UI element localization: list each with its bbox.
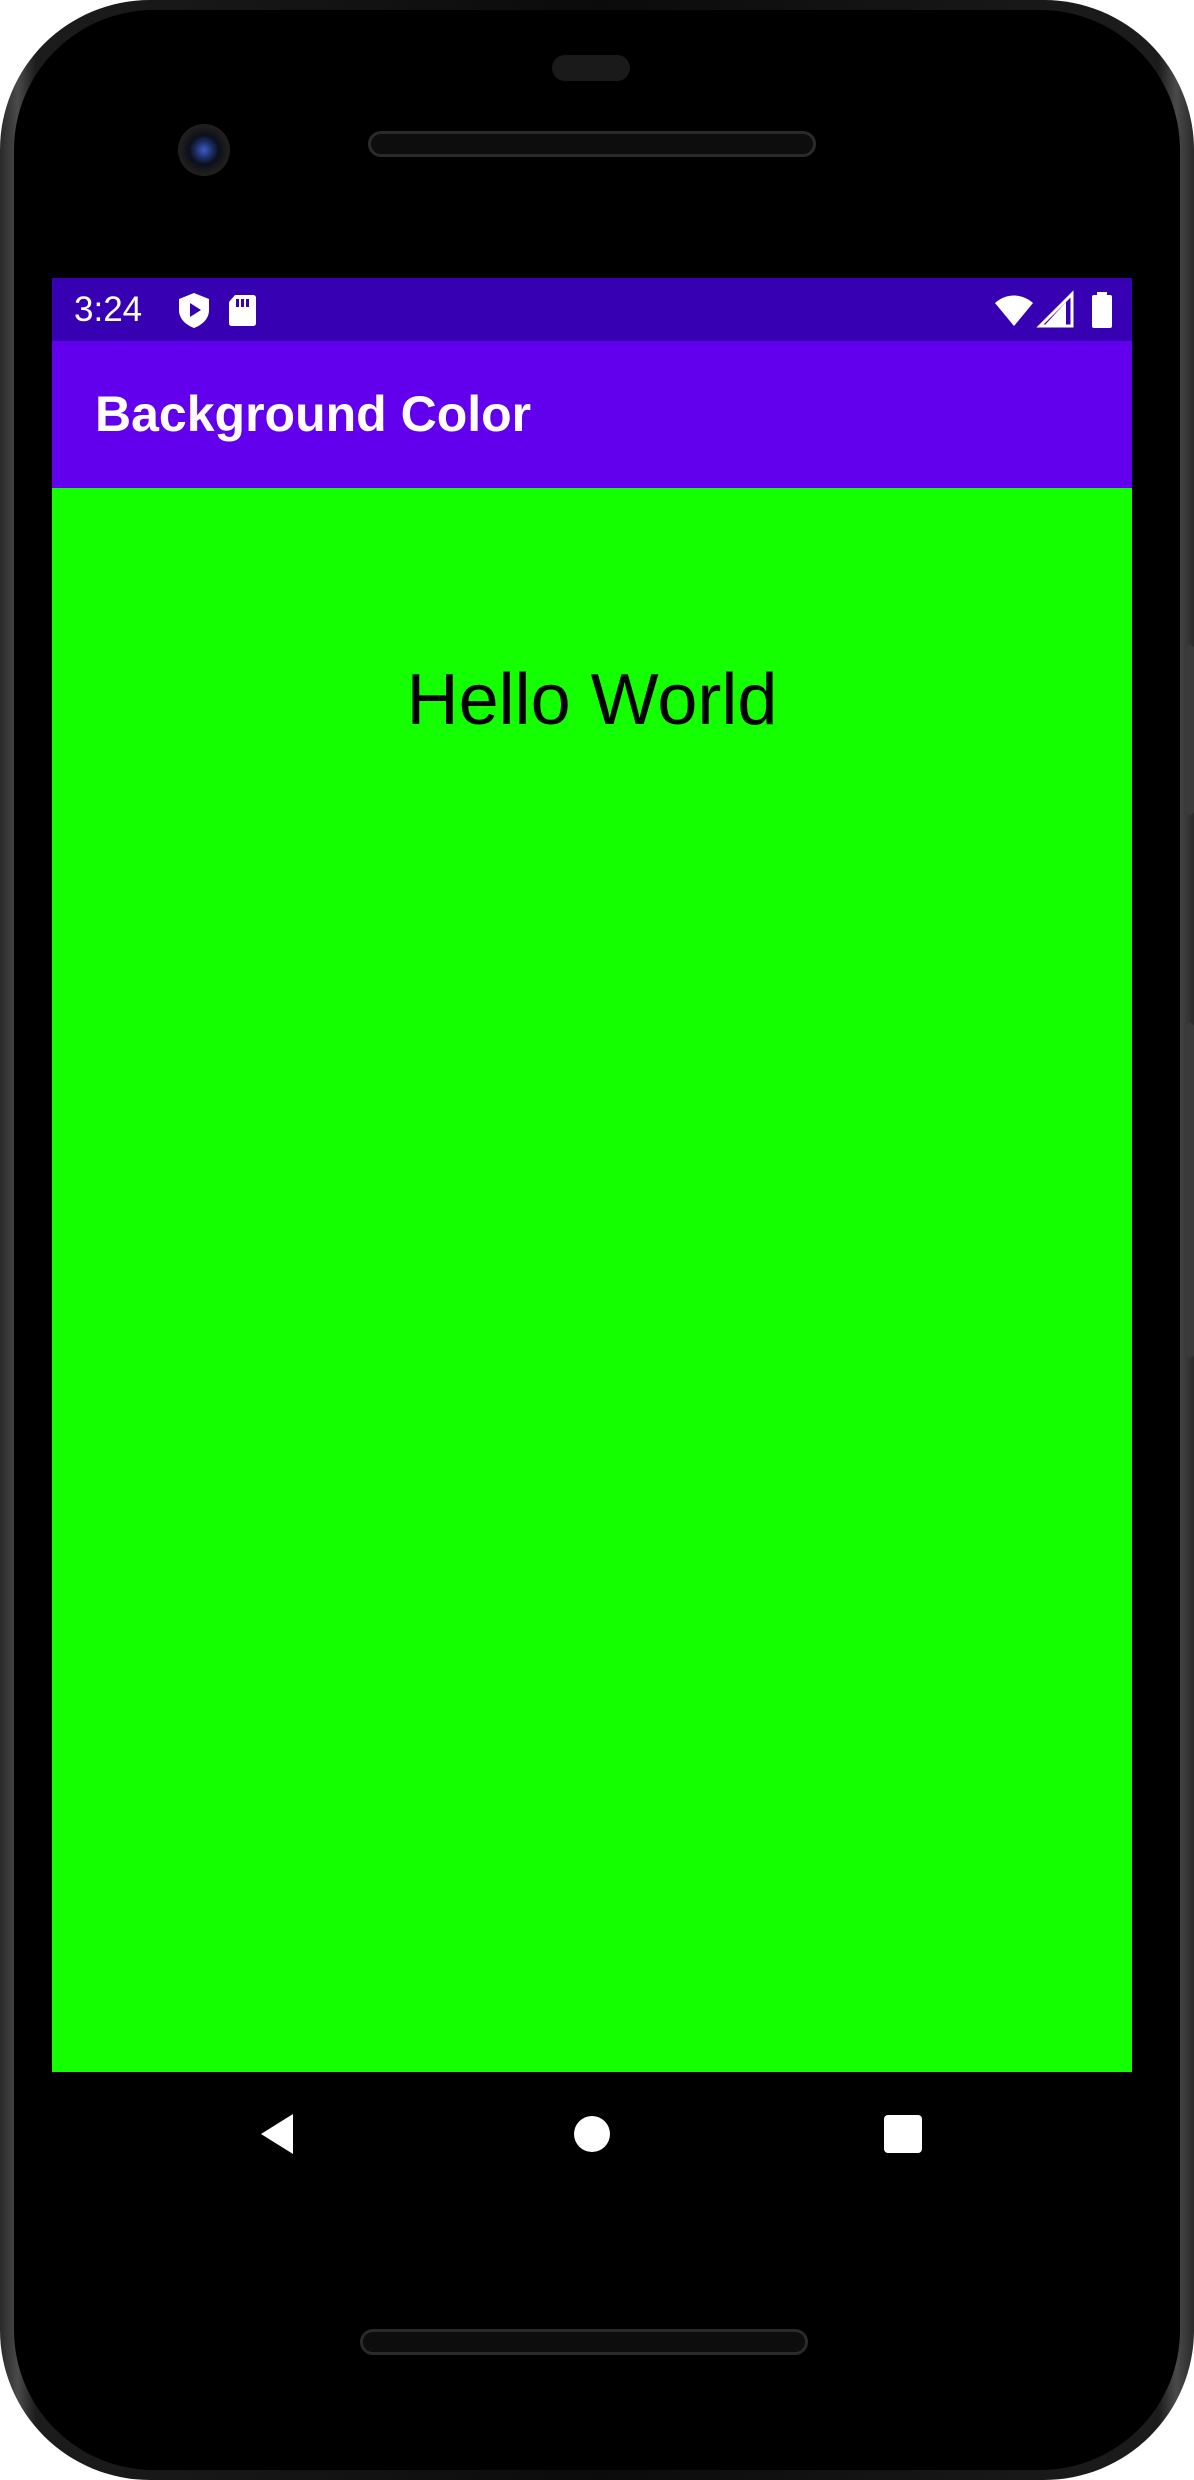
- back-button[interactable]: [237, 2096, 317, 2176]
- top-speaker-grille: [368, 131, 816, 157]
- content-area: Hello World: [52, 488, 1132, 2072]
- status-time: 3:24: [74, 290, 143, 329]
- play-protect-icon: [174, 290, 214, 330]
- cellular-signal-icon: [1036, 290, 1076, 330]
- app-title: Background Color: [95, 386, 532, 442]
- status-bar: 3:24: [52, 278, 1132, 341]
- device-screen: 3:24 Background Color Hello World: [52, 278, 1132, 2072]
- power-button: [1186, 645, 1194, 815]
- sd-card-icon: [222, 290, 262, 330]
- app-bar: Background Color: [52, 341, 1132, 488]
- battery-icon: [1082, 290, 1122, 330]
- bottom-speaker-grille: [360, 2329, 808, 2355]
- hello-world-text: Hello World: [406, 660, 778, 740]
- volume-button: [1186, 1023, 1194, 1358]
- phone-frame: 3:24 Background Color Hello World: [0, 0, 1194, 2480]
- front-camera-icon: [178, 124, 230, 176]
- back-icon: [257, 2112, 297, 2161]
- top-sensor: [552, 55, 630, 81]
- home-icon: [572, 2114, 612, 2159]
- recents-icon: [883, 2114, 923, 2159]
- home-button[interactable]: [552, 2096, 632, 2176]
- recents-button[interactable]: [863, 2096, 943, 2176]
- navigation-bar: [52, 2072, 1132, 2198]
- wifi-icon: [994, 290, 1034, 330]
